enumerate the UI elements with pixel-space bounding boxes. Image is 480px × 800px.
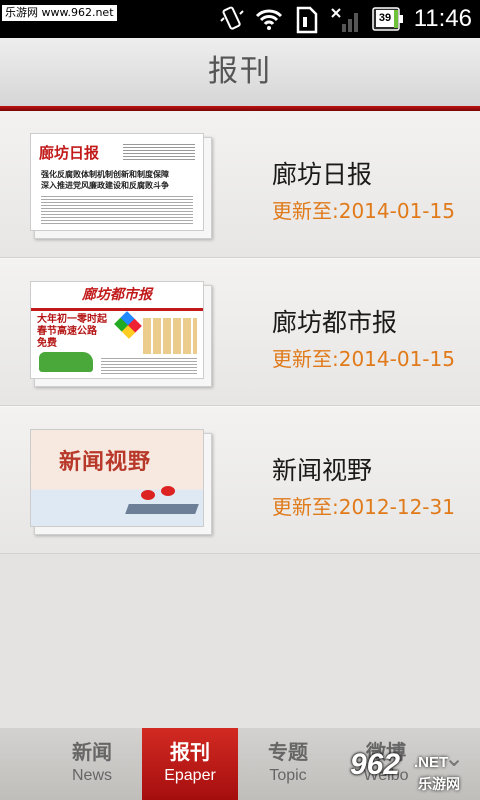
cover-headline: 免费 — [37, 338, 57, 349]
cover-kite-image — [114, 311, 142, 339]
cover-headline: 深入推进党风廉政建设和反腐败斗争 — [41, 181, 169, 190]
paper-row-langfang-metro[interactable]: 廊坊都市报 大年初一零时起 春节高速公路 免费 廊坊都市报 更新至:2014-0… — [0, 259, 480, 406]
tab-label-cn: 报刊 — [170, 740, 210, 764]
cover-grid — [143, 318, 197, 354]
paper-update-date: 更新至:2014-01-15 — [272, 199, 455, 223]
paper-name: 新闻视野 — [272, 456, 373, 485]
tab-label-en: News — [71, 767, 112, 784]
battery-level: 39 — [376, 10, 394, 27]
tab-label-en: Topic — [269, 767, 307, 784]
paper-update-date: 更新至:2012-12-31 — [272, 495, 455, 519]
sim-card-icon — [296, 6, 318, 34]
paper-thumbnail: 廊坊都市报 大年初一零时起 春节高速公路 免费 — [30, 281, 212, 387]
watermark-net: .NET — [414, 754, 449, 771]
watermark-logo: 962 .NET 乐游网 — [340, 746, 476, 796]
title-bar: 报刊 — [0, 38, 480, 106]
tab-news[interactable]: 新闻 News — [44, 728, 140, 800]
cover-headline: 强化反腐败体制机制创新和制度保障 — [41, 170, 169, 179]
paper-row-news-vision[interactable]: 新闻视野 新闻视野 更新至:2012-12-31 — [0, 407, 480, 554]
paper-update-date: 更新至:2014-01-15 — [272, 347, 455, 371]
clock: 11:46 — [413, 5, 472, 32]
tab-topic[interactable]: 专题 Topic — [240, 728, 336, 800]
signal-icon — [331, 8, 358, 32]
paper-cover: 新闻视野 — [30, 429, 204, 527]
paper-thumbnail: 廊坊日报 强化反腐败体制机制创新和制度保障 深入推进党风廉政建设和反腐败斗争 — [30, 133, 212, 239]
paper-row-langfang-daily[interactable]: 廊坊日报 强化反腐败体制机制创新和制度保障 深入推进党风廉政建设和反腐败斗争 廊… — [0, 111, 480, 258]
tab-epaper[interactable]: 报刊 Epaper — [142, 728, 238, 800]
tab-label-cn: 专题 — [268, 740, 308, 764]
paper-name: 廊坊日报 — [272, 160, 373, 189]
status-bar: 乐游网 www.962.net 39 11:46 — [0, 0, 480, 38]
tab-label-cn: 新闻 — [72, 740, 112, 764]
watermark-cn: 乐游网 — [418, 777, 460, 793]
paper-name: 廊坊都市报 — [272, 308, 398, 337]
cover-masthead: 廊坊都市报 — [31, 282, 203, 311]
vibrate-icon — [220, 6, 244, 30]
wifi-icon — [255, 9, 283, 30]
cover-body-text — [41, 196, 193, 226]
cover-lantern-image — [141, 490, 155, 500]
paper-cover: 廊坊都市报 大年初一零时起 春节高速公路 免费 — [30, 281, 204, 379]
paper-thumbnail: 新闻视野 — [30, 429, 212, 535]
cover-header-lines — [123, 144, 195, 162]
tab-label-en: Epaper — [164, 767, 216, 784]
cover-masthead: 廊坊日报 — [39, 144, 100, 162]
cover-masthead: 新闻视野 — [59, 449, 152, 475]
cover-headline: 大年初一零时起 — [37, 314, 107, 325]
cover-lantern-image — [161, 486, 175, 496]
watermark-text: 乐游网 www.962.net — [2, 5, 117, 21]
cover-roof-image — [125, 504, 199, 514]
cover-car-image — [39, 352, 93, 372]
paper-list: 廊坊日报 强化反腐败体制机制创新和制度保障 深入推进党风廉政建设和反腐败斗争 廊… — [0, 111, 480, 554]
cover-headline: 春节高速公路 — [37, 326, 97, 337]
watermark-number: 962 — [350, 748, 401, 781]
paper-cover: 廊坊日报 强化反腐败体制机制创新和制度保障 深入推进党风廉政建设和反腐败斗争 — [30, 133, 204, 231]
page-title: 报刊 — [208, 54, 272, 89]
cover-body-text — [101, 358, 197, 374]
